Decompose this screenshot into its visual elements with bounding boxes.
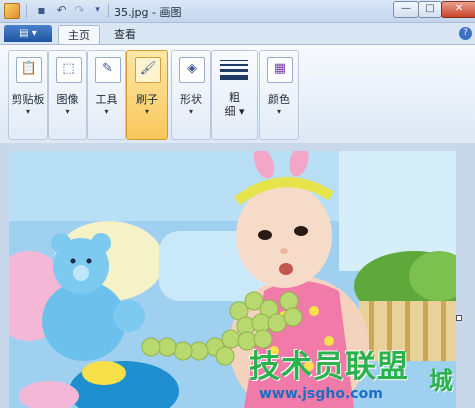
title-bar: ▪ ↶ ↷ ▾ 35.jpg - 画图 — □ ✕ (0, 0, 475, 23)
minimize-button[interactable]: — (393, 1, 419, 18)
size-group[interactable]: 粗 细 ▾ (211, 50, 258, 140)
image-group[interactable]: ⬚ 图像 ▾ (48, 50, 87, 140)
chevron-down-icon: ▾ (104, 107, 109, 116)
redo-icon[interactable]: ↷ (72, 3, 87, 18)
chevron-down-icon: ▾ (188, 107, 193, 116)
colors-label: 颜色 (268, 93, 290, 106)
window-title: 35.jpg - 画图 (114, 6, 182, 19)
ribbon-tab-row: ▤ ▾ 主页 查看 ? (0, 23, 475, 45)
size-label: 粗 细 ▾ (212, 91, 257, 119)
maximize-button[interactable]: □ (418, 1, 442, 18)
line-width-icon (220, 60, 248, 83)
brushes-group[interactable]: 🖌 刷子 ▾ (126, 50, 168, 140)
help-icon[interactable]: ? (459, 27, 472, 40)
watermark-suffix: 城 (429, 367, 453, 395)
chevron-down-icon: ▾ (276, 107, 281, 116)
image-label: 图像 (56, 93, 79, 106)
tab-view[interactable]: 查看 (104, 25, 146, 44)
size-label-line1: 粗 (229, 91, 240, 104)
chevron-down-icon: ▾ (65, 107, 70, 116)
tools-group[interactable]: ✎ 工具 ▾ (87, 50, 126, 140)
quick-access-divider (26, 4, 27, 18)
chevron-down-icon: ▾ (144, 107, 149, 116)
size-label-line2: 细 ▾ (224, 105, 245, 118)
paint-app-icon[interactable] (4, 3, 20, 19)
brushes-label: 刷子 (136, 93, 158, 106)
image-canvas[interactable]: 技术员联盟 城 www.jsgho.com (9, 151, 456, 408)
tab-home[interactable]: 主页 (58, 25, 100, 45)
watermark-url: www.jsgho.com (259, 386, 383, 402)
select-icon: ⬚ (55, 57, 82, 83)
undo-icon[interactable]: ↶ (54, 3, 69, 18)
clipboard-icon: 📋 (16, 57, 42, 83)
shapes-label: 形状 (180, 93, 202, 106)
brush-icon: 🖌 (135, 57, 161, 83)
tools-label: 工具 (95, 93, 118, 106)
ribbon: 📋 剪贴板 ▾ ⬚ 图像 ▾ ✎ 工具 ▾ 🖌 刷子 ▾ ◈ 形状 ▾ 粗 细 … (0, 44, 475, 144)
watermark-brand: 技术员联盟 (249, 349, 409, 385)
clipboard-label: 剪贴板 (11, 93, 45, 106)
chevron-down-icon: ▾ (25, 107, 30, 116)
paint-menu-button[interactable]: ▤ ▾ (4, 25, 52, 42)
watermark-text: 技术员联盟 (249, 341, 409, 386)
colors-group[interactable]: ▦ 颜色 ▾ (259, 50, 299, 140)
customize-quick-access-icon[interactable]: ▾ (90, 3, 105, 18)
clipboard-group[interactable]: 📋 剪贴板 ▾ (8, 50, 48, 140)
save-icon[interactable]: ▪ (34, 3, 49, 18)
title-divider (108, 4, 109, 18)
shapes-group[interactable]: ◈ 形状 ▾ (171, 50, 211, 140)
palette-icon: ▦ (267, 57, 293, 83)
close-button[interactable]: ✕ (441, 1, 475, 18)
shapes-icon: ◈ (179, 57, 205, 83)
canvas-resize-handle[interactable] (456, 315, 462, 321)
pencil-text-icon: ✎ (94, 57, 121, 83)
